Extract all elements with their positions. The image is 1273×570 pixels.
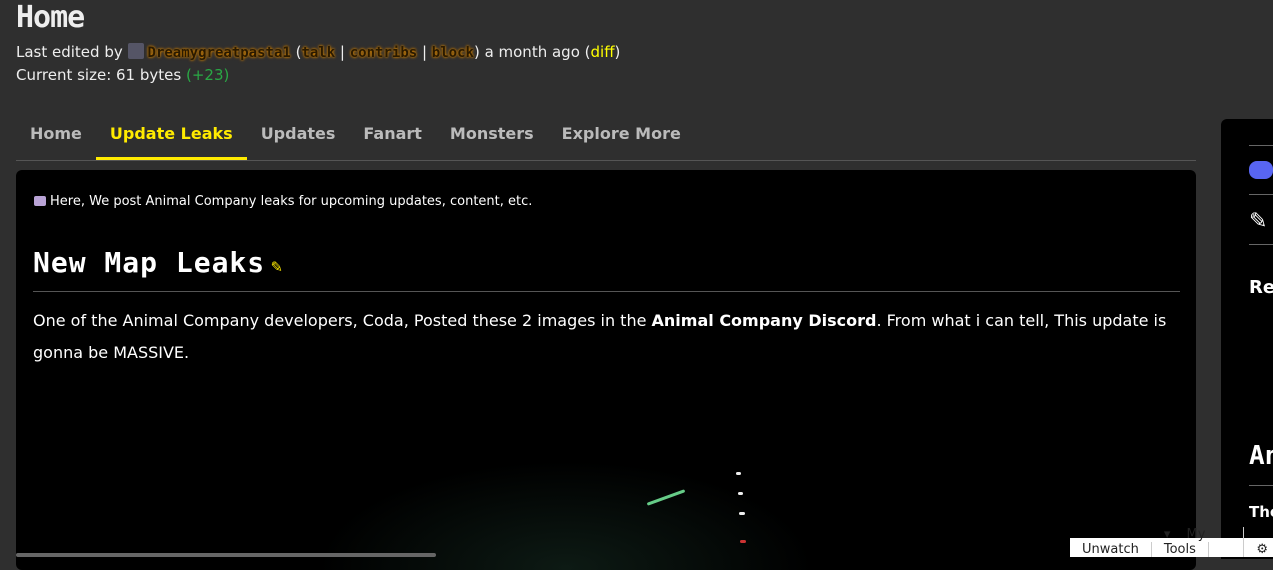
talk-link[interactable]: talk — [301, 45, 335, 61]
intro-text: Here, We post Animal Company leaks for u… — [34, 194, 532, 209]
tab-fanart[interactable]: Fanart — [349, 114, 436, 160]
rail-text: The — [1249, 503, 1273, 521]
bottom-toolbar: Unwatch ▾ My Tools ⚙ — [1070, 527, 1273, 557]
page-meta: Last edited by Dreamygreatpasta1 (talk |… — [16, 43, 621, 84]
tab-update-leaks[interactable]: Update Leaks — [95, 114, 247, 160]
edit-pencil-icon[interactable]: ✎ — [271, 256, 283, 277]
user-avatar — [127, 43, 144, 59]
tab-updates[interactable]: Updates — [247, 114, 350, 160]
paragraph: One of the Animal Company developers, Co… — [33, 311, 1167, 362]
edit-icon[interactable]: ✎ — [1249, 209, 1267, 234]
my-tools-button[interactable]: ▾ My Tools — [1152, 527, 1245, 557]
unwatch-button[interactable]: Unwatch — [1070, 542, 1152, 557]
right-rail: ✎ Re An The — [1221, 119, 1273, 559]
block-link[interactable]: block — [432, 45, 474, 61]
diff-link[interactable]: diff — [591, 43, 615, 61]
page-title: Home — [16, 0, 85, 35]
discord-link[interactable]: Animal Company Discord — [652, 311, 877, 330]
divider — [33, 291, 1180, 292]
section-heading: New Map Leaks ✎ — [33, 246, 283, 279]
rail-heading-an: An — [1249, 441, 1273, 471]
book-icon — [34, 196, 46, 206]
user-link[interactable]: Dreamygreatpasta1 — [148, 45, 291, 61]
tab-bar: Home Update Leaks Updates Fanart Monster… — [16, 114, 1196, 161]
contribs-link[interactable]: contribs — [350, 45, 417, 61]
rail-heading-re: Re — [1249, 277, 1273, 298]
horizontal-scrollbar[interactable] — [16, 553, 436, 557]
size-delta: (+23) — [185, 66, 230, 84]
tab-monsters[interactable]: Monsters — [436, 114, 548, 160]
content-panel: Here, We post Animal Company leaks for u… — [16, 170, 1196, 570]
tab-explore-more[interactable]: Explore More — [548, 114, 695, 160]
discord-icon[interactable] — [1249, 161, 1273, 179]
settings-icon[interactable]: ⚙ — [1244, 542, 1273, 557]
tab-home[interactable]: Home — [16, 114, 96, 160]
